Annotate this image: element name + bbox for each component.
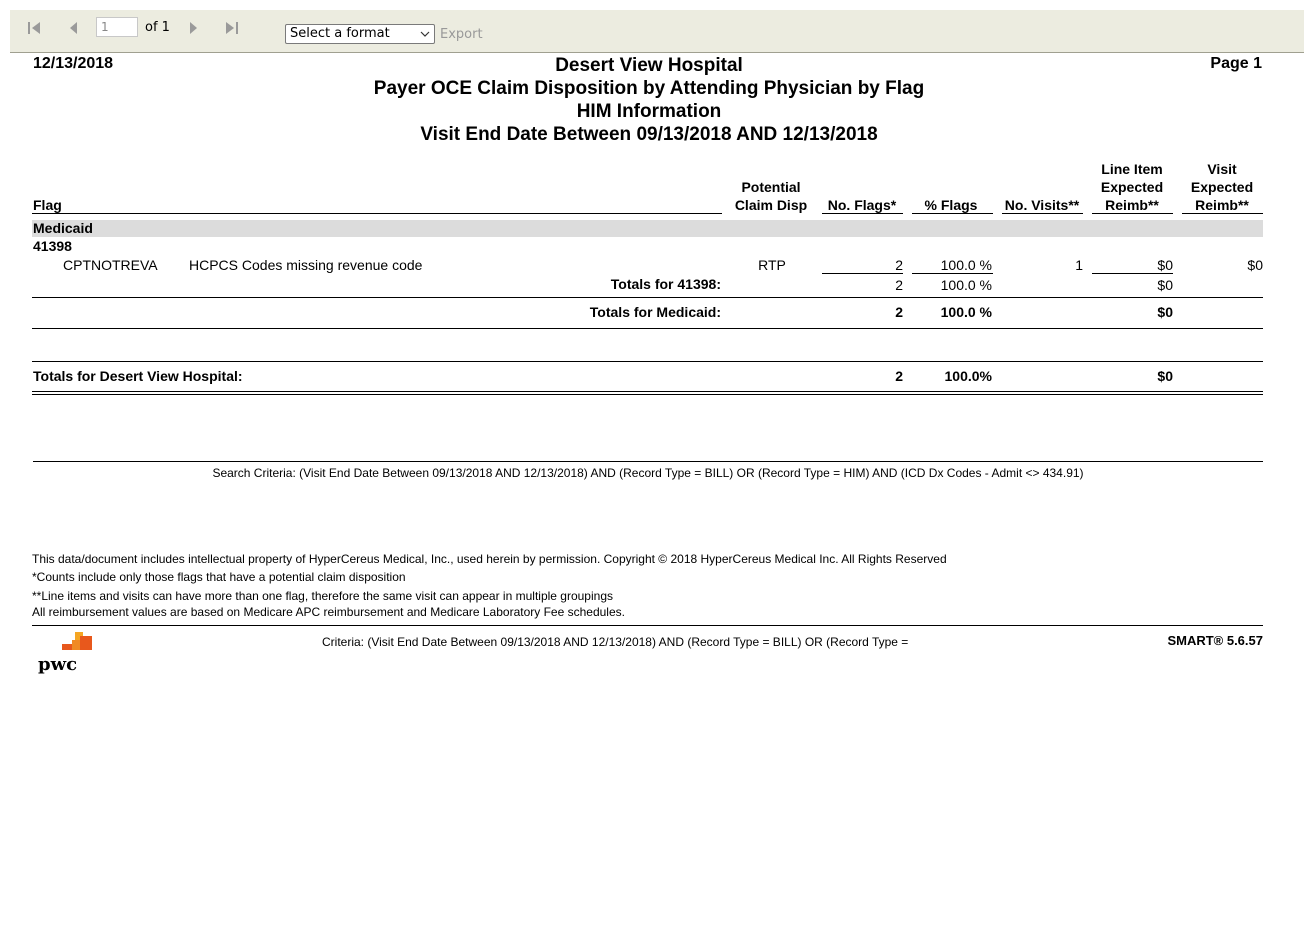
counts-note: *Counts include only those flags that ha…: [32, 570, 406, 584]
prev-page-icon[interactable]: [66, 20, 82, 36]
row-pct-flags: 100.0 %: [940, 257, 992, 273]
date-range-title: Visit End Date Between 09/13/2018 AND 12…: [420, 124, 878, 145]
col-no-visits: No. Visits**: [1004, 197, 1080, 213]
row-line-reimb: $0: [1157, 257, 1173, 273]
row-visit-reimb: $0: [1247, 257, 1263, 273]
next-page-icon[interactable]: [186, 20, 202, 36]
reimbursement-note: All reimbursement values are based on Me…: [32, 605, 625, 619]
col-line-item-1: Line Item: [1101, 161, 1163, 177]
col-line-item-3: Reimb**: [1105, 197, 1159, 213]
row-no-flags: 2: [895, 257, 903, 273]
col-pct-flags: % Flags: [924, 197, 978, 213]
physician-id: 41398: [33, 238, 72, 254]
export-format-select[interactable]: Select a format: [285, 24, 435, 44]
last-page-icon[interactable]: [224, 20, 240, 36]
col-line-item-2: Expected: [1100, 179, 1164, 195]
col-potential-2: Claim Disp: [734, 197, 808, 213]
flag-description: HCPCS Codes missing revenue code: [189, 257, 423, 273]
row-no-visits: 1: [1075, 257, 1083, 273]
physician-totals-line-reimb: $0: [1157, 277, 1173, 293]
claim-disp: RTP: [758, 257, 786, 273]
hospital-title: Desert View Hospital: [555, 55, 743, 76]
page-number-input[interactable]: 1: [96, 17, 138, 37]
payer-totals-pct-flags: 100.0 %: [940, 304, 992, 320]
payer-totals-label: Totals for Medicaid:: [589, 304, 721, 320]
grand-totals-label: Totals for Desert View Hospital:: [33, 368, 243, 384]
footer-criteria: Criteria: (Visit End Date Between 09/13/…: [322, 635, 909, 649]
grand-totals-line-reimb: $0: [1157, 368, 1173, 384]
line-items-note: **Line items and visits can have more th…: [32, 589, 613, 603]
physician-totals-no-flags: 2: [895, 277, 903, 293]
payer-totals-line-reimb: $0: [1157, 304, 1173, 320]
payer-name: Medicaid: [33, 220, 93, 236]
first-page-icon[interactable]: [26, 20, 42, 36]
flag-code: CPTNOTREVA: [63, 257, 158, 273]
format-select-value: Select a format: [290, 26, 390, 41]
report-title: Payer OCE Claim Disposition by Attending…: [373, 78, 925, 99]
grand-totals-pct-flags: 100.0%: [944, 368, 992, 384]
payer-group-band: [32, 220, 1263, 237]
copyright-note: This data/document includes intellectual…: [32, 552, 947, 566]
export-link[interactable]: Export: [440, 27, 483, 42]
version-label: SMART® 5.6.57: [1167, 633, 1263, 648]
physician-totals-label: Totals for 41398:: [610, 276, 721, 292]
col-potential-1: Potential: [741, 179, 801, 195]
physician-totals-pct-flags: 100.0 %: [940, 277, 992, 293]
grand-totals-no-flags: 2: [895, 368, 903, 384]
col-flag: Flag: [33, 197, 62, 213]
chevron-down-icon: [420, 28, 430, 45]
report-subtitle: HIM Information: [576, 101, 722, 122]
report-toolbar: 1 of 1 Select a format Export: [10, 10, 1304, 53]
col-visit-1: Visit: [1207, 161, 1237, 177]
payer-totals-no-flags: 2: [895, 304, 903, 320]
page-count-label: of 1: [145, 20, 170, 35]
col-no-flags: No. Flags*: [827, 197, 897, 213]
search-criteria: Search Criteria: (Visit End Date Between…: [212, 466, 1084, 480]
col-visit-2: Expected: [1190, 179, 1254, 195]
pwc-logo: pwc: [36, 632, 96, 678]
pwc-logo-text: pwc: [38, 654, 78, 675]
col-visit-3: Reimb**: [1195, 197, 1249, 213]
